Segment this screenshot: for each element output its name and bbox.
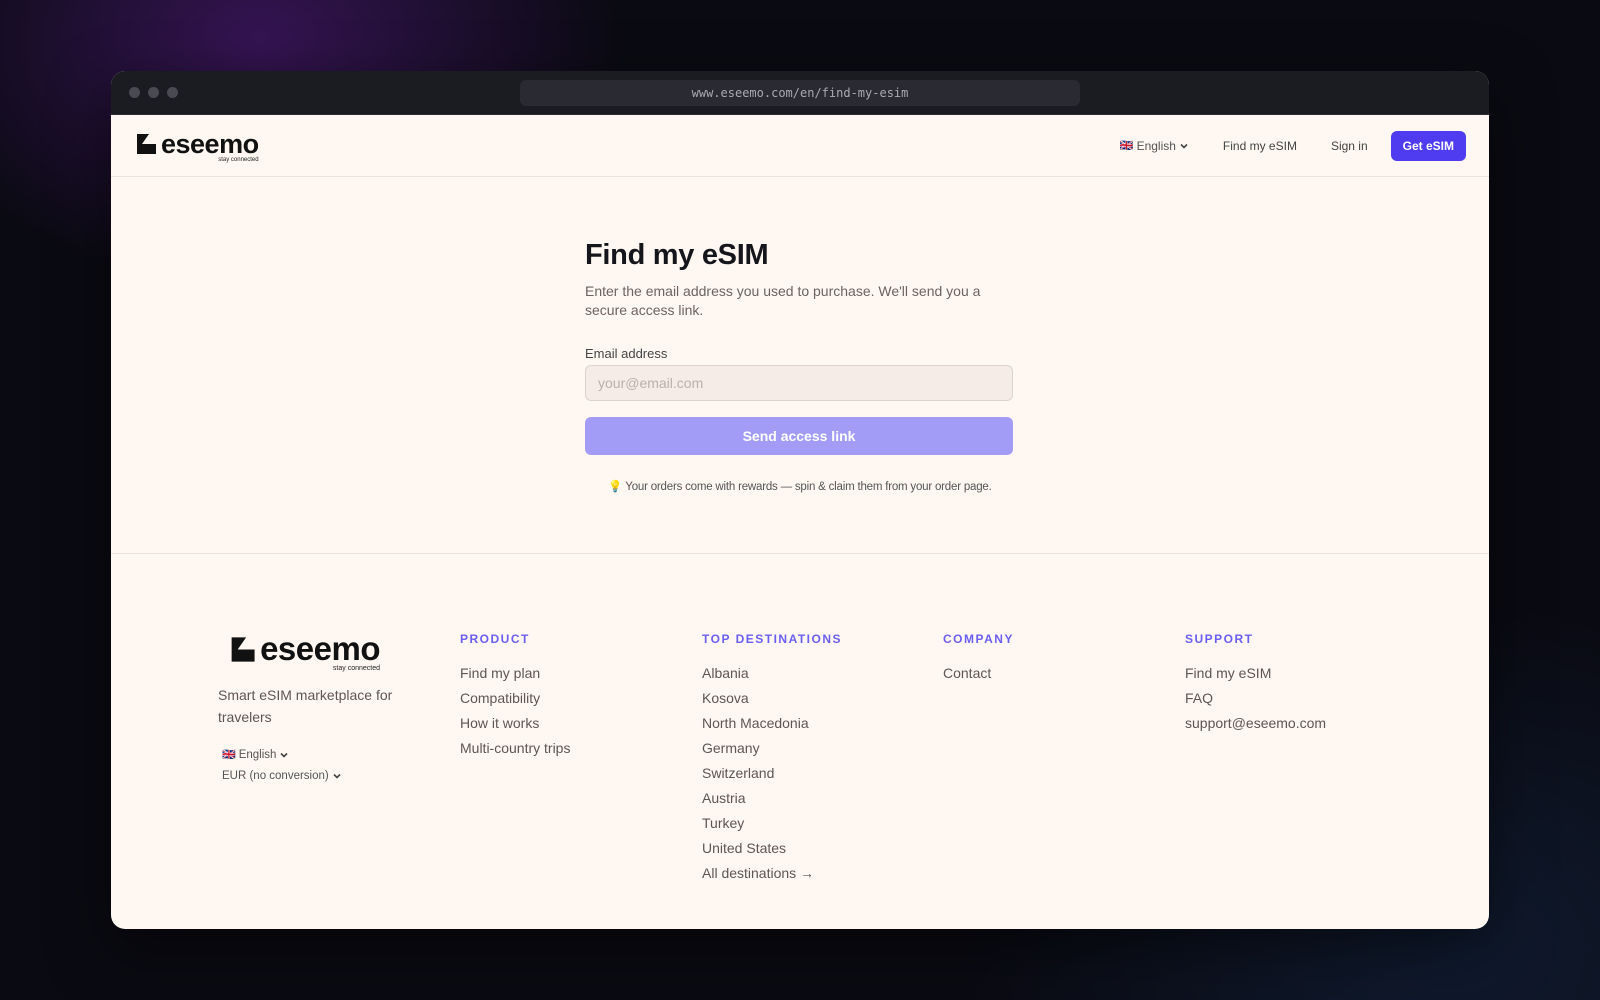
site-footer: eseemo stay connected Smart eSIM marketp… <box>111 554 1489 928</box>
footer-link-austria[interactable]: Austria <box>702 789 842 814</box>
brand-tagline: stay connected <box>218 156 259 163</box>
rewards-hint-text: Your orders come with rewards — spin & c… <box>625 481 992 493</box>
footer-link-turkey[interactable]: Turkey <box>702 814 842 839</box>
uk-flag-icon: 🇬🇧 <box>222 749 236 761</box>
browser-titlebar: www.eseemo.com/en/find-my-esim <box>111 71 1489 115</box>
footer-link-united-states[interactable]: United States <box>702 839 842 864</box>
footer-column-heading: TOP DESTINATIONS <box>702 632 843 646</box>
address-bar[interactable]: www.eseemo.com/en/find-my-esim <box>520 80 1080 106</box>
browser-window: www.eseemo.com/en/find-my-esim eseemo st… <box>111 71 1489 929</box>
brand-name: eseemo <box>161 128 259 159</box>
email-label: Email address <box>585 346 668 361</box>
footer-link-find-my-esim[interactable]: Find my eSIM <box>1185 664 1326 689</box>
footer-column-heading: PRODUCT <box>460 632 530 646</box>
footer-tagline: Smart eSIM marketplace for travelers <box>218 687 393 725</box>
footer-link-albania[interactable]: Albania <box>702 664 842 689</box>
nav-sign-in-link[interactable]: Sign in <box>1331 139 1368 153</box>
footer-link-faq[interactable]: FAQ <box>1185 689 1326 714</box>
footer-brand-tagline: stay connected <box>332 665 380 672</box>
find-esim-section: Find my eSIM Enter the email address you… <box>111 177 1489 554</box>
page-title: Find my eSIM <box>585 239 769 271</box>
footer-currency-selector[interactable]: EUR (no conversion) <box>222 770 418 782</box>
footer-logo[interactable]: eseemo stay connected <box>218 630 380 672</box>
minimize-window-dot[interactable] <box>148 87 159 98</box>
footer-link-find-my-plan[interactable]: Find my plan <box>460 664 570 689</box>
footer-language-selector[interactable]: 🇬🇧 English <box>222 748 418 761</box>
footer-column-destinations: TOP DESTINATIONS Albania Kosova North Ma… <box>702 630 842 889</box>
footer-link-switzerland[interactable]: Switzerland <box>702 764 842 789</box>
footer-link-how-it-works[interactable]: How it works <box>460 714 570 739</box>
footer-column-product: PRODUCT Find my plan Compatibility How i… <box>460 630 570 764</box>
chevron-down-icon <box>333 773 341 779</box>
lightbulb-icon: 💡 <box>608 481 623 493</box>
maximize-window-dot[interactable] <box>167 87 178 98</box>
footer-link-contact[interactable]: Contact <box>943 664 1014 689</box>
footer-column-company: COMPANY Contact <box>943 630 1014 689</box>
header-actions: 🇬🇧 English Find my eSIM Sign in Get eSIM <box>1120 130 1466 161</box>
logo-mark-icon <box>137 134 156 154</box>
find-esim-form: Find my eSIM Enter the email address you… <box>585 239 1015 493</box>
footer-link-germany[interactable]: Germany <box>702 739 842 764</box>
footer-link-compatibility[interactable]: Compatibility <box>460 689 570 714</box>
get-esim-button[interactable]: Get eSIM <box>1390 130 1466 161</box>
logo-mark-icon <box>231 636 255 662</box>
footer-brand: eseemo stay connected Smart eSIM marketp… <box>218 630 418 782</box>
footer-link-all-destinations[interactable]: All destinations → <box>702 864 842 889</box>
footer-link-kosova[interactable]: Kosova <box>702 689 842 714</box>
footer-column-heading: COMPANY <box>943 632 1014 646</box>
footer-link-north-macedonia[interactable]: North Macedonia <box>702 714 842 739</box>
footer-currency-label: EUR (no conversion) <box>222 770 329 782</box>
window-controls <box>129 87 178 98</box>
footer-language-label: English <box>238 748 277 761</box>
footer-column-support: SUPPORT Find my eSIM FAQ support@eseemo.… <box>1185 630 1326 739</box>
language-label: English <box>1136 138 1176 153</box>
close-window-dot[interactable] <box>129 87 140 98</box>
chevron-down-icon <box>1180 143 1188 149</box>
footer-brand-name: eseemo <box>260 630 380 667</box>
rewards-hint: 💡 Your orders come with rewards — spin &… <box>585 479 1015 493</box>
send-access-link-button[interactable]: Send access link <box>585 417 1013 455</box>
footer-link-multi-country-trips[interactable]: Multi-country trips <box>460 739 570 764</box>
uk-flag-icon: 🇬🇧 <box>1119 140 1134 152</box>
nav-find-my-esim-link[interactable]: Find my eSIM <box>1223 139 1297 153</box>
page-subtitle: Enter the email address you used to purc… <box>585 283 981 318</box>
chevron-down-icon <box>280 752 288 758</box>
language-selector[interactable]: 🇬🇧 English <box>1120 139 1189 153</box>
site-header: eseemo stay connected 🇬🇧 English Find my… <box>111 115 1489 177</box>
footer-column-heading: SUPPORT <box>1185 632 1254 646</box>
footer-link-support-email[interactable]: support@eseemo.com <box>1185 714 1326 739</box>
brand-logo[interactable]: eseemo stay connected <box>134 129 259 163</box>
email-input[interactable] <box>585 365 1013 401</box>
